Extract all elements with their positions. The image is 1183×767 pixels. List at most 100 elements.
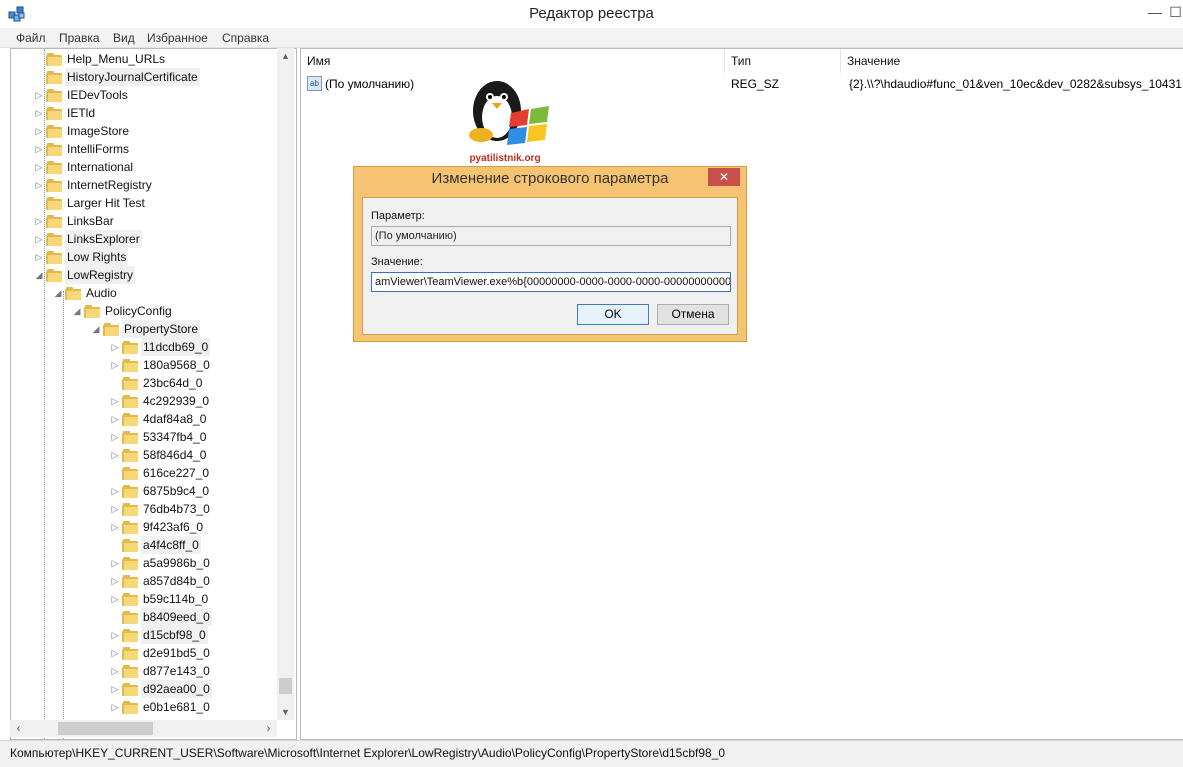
tree-item[interactable]: 23bc64d_0	[11, 374, 281, 392]
tree-item[interactable]: ▷ IntelliForms	[11, 140, 281, 158]
tree-item-label: d877e143_0	[143, 664, 210, 678]
expand-arrow-icon[interactable]: ▷	[110, 338, 120, 356]
expand-arrow-icon[interactable]: ▷	[34, 230, 44, 248]
expand-arrow-icon[interactable]: ▷	[34, 86, 44, 104]
tree-item[interactable]: ▷ LinksExplorer	[11, 230, 281, 248]
expand-arrow-icon[interactable]: ▷	[110, 356, 120, 374]
tree-item[interactable]: ▷ 53347fb4_0	[11, 428, 281, 446]
values-list[interactable]: Имя Тип Значение ab (По умолчанию) REG_S…	[300, 48, 1183, 740]
expand-arrow-icon[interactable]: ▷	[34, 158, 44, 176]
tree-item[interactable]: ▷ IETld	[11, 104, 281, 122]
tree-item[interactable]: ▷ 11dcdb69_0	[11, 338, 281, 356]
expand-arrow-icon[interactable]: ▷	[110, 626, 120, 644]
menu-favorites[interactable]: Избранное	[147, 31, 208, 45]
tree-item[interactable]: 616ce227_0	[11, 464, 281, 482]
tree-item[interactable]: Larger Hit Test	[11, 194, 281, 212]
scroll-left-icon[interactable]: ‹	[10, 720, 27, 737]
tree-item[interactable]: ▷ 9f423af6_0	[11, 518, 281, 536]
expand-arrow-icon[interactable]: ▷	[34, 176, 44, 194]
column-name[interactable]: Имя	[301, 49, 725, 73]
tree-vertical-scrollbar[interactable]: ▲ ▼	[277, 48, 294, 720]
tree-horizontal-scrollbar[interactable]: ‹ ›	[10, 720, 277, 737]
expand-arrow-icon[interactable]: ▷	[110, 680, 120, 698]
tree-item[interactable]: ▷ d92aea00_0	[11, 680, 281, 698]
maximize-button[interactable]: ☐	[1168, 0, 1183, 26]
tree-item[interactable]: ▷ 180a9568_0	[11, 356, 281, 374]
scroll-thumb[interactable]	[58, 722, 153, 735]
expand-arrow-icon[interactable]: ▷	[110, 590, 120, 608]
cancel-button[interactable]: Отмена	[657, 304, 729, 325]
scroll-up-icon[interactable]: ▲	[277, 48, 294, 64]
expand-arrow-icon[interactable]: ▷	[110, 572, 120, 590]
tree-item[interactable]: ▷ a857d84b_0	[11, 572, 281, 590]
value-data-input[interactable]: amViewer\TeamViewer.exe%b{00000000-0000-…	[371, 272, 731, 292]
expand-arrow-icon[interactable]: ▷	[34, 248, 44, 266]
tree-item[interactable]: a4f4c8ff_0	[11, 536, 281, 554]
expand-arrow-icon[interactable]: ▷	[110, 554, 120, 572]
menu-help[interactable]: Справка	[222, 31, 269, 45]
tree-item[interactable]: ▷ d2e91bd5_0	[11, 644, 281, 662]
tree-item[interactable]: ◢ LowRegistry	[11, 266, 281, 284]
folder-icon	[46, 233, 62, 246]
menu-view[interactable]: Вид	[113, 31, 135, 45]
collapse-arrow-icon[interactable]: ◢	[72, 302, 82, 320]
collapse-arrow-icon[interactable]: ◢	[34, 266, 44, 284]
tree-item[interactable]: ▷ 6875b9c4_0	[11, 482, 281, 500]
expand-arrow-icon[interactable]: ▷	[110, 446, 120, 464]
expand-arrow-icon[interactable]: ▷	[110, 428, 120, 446]
penguin-logo: pyatilistnik.org	[469, 81, 549, 164]
tree-item[interactable]: ▷ 76db4b73_0	[11, 500, 281, 518]
scroll-down-icon[interactable]: ▼	[277, 704, 294, 720]
tree-item[interactable]: ▷ International	[11, 158, 281, 176]
expand-arrow-icon[interactable]: ▷	[110, 392, 120, 410]
tree-item[interactable]: ▷ LinksBar	[11, 212, 281, 230]
window-title: Редактор реестра	[529, 5, 654, 22]
tree-item[interactable]: ▷ Low Rights	[11, 248, 281, 266]
expand-arrow-icon[interactable]: ▷	[34, 212, 44, 230]
tree-item[interactable]: ▷ a5a9986b_0	[11, 554, 281, 572]
tree-item[interactable]: ▷ InternetRegistry	[11, 176, 281, 194]
column-type[interactable]: Тип	[725, 49, 841, 73]
expand-arrow-icon[interactable]: ▷	[110, 500, 120, 518]
registry-tree[interactable]: Help_Menu_URLs HistoryJournalCertificate ▷…	[10, 48, 297, 740]
tree-item[interactable]: ◢ Audio	[11, 284, 281, 302]
tree-item[interactable]: ▷ IEDevTools	[11, 86, 281, 104]
collapse-arrow-icon[interactable]: ◢	[53, 284, 63, 302]
tree-item[interactable]: b8409eed_0	[11, 608, 281, 626]
expand-arrow-icon[interactable]: ▷	[110, 662, 120, 680]
tree-item[interactable]: ▷ 4daf84a8_0	[11, 410, 281, 428]
expand-arrow-icon[interactable]: ▷	[110, 644, 120, 662]
tree-item[interactable]: ▷ d877e143_0	[11, 662, 281, 680]
expand-arrow-icon[interactable]: ▷	[110, 698, 120, 716]
tree-item[interactable]: ▷ ImageStore	[11, 122, 281, 140]
expand-arrow-icon[interactable]: ▷	[34, 122, 44, 140]
expand-arrow-icon[interactable]: ▷	[34, 104, 44, 122]
column-value[interactable]: Значение	[841, 49, 1183, 73]
scroll-thumb[interactable]	[279, 678, 292, 694]
folder-icon	[46, 251, 62, 264]
folder-icon	[122, 413, 138, 426]
tree-item[interactable]: Help_Menu_URLs	[11, 50, 281, 68]
expand-arrow-icon[interactable]: ▷	[110, 410, 120, 428]
menu-file[interactable]: Файл	[16, 31, 46, 45]
scroll-right-icon[interactable]: ›	[260, 720, 277, 737]
tree-item[interactable]: ▷ d15cbf98_0	[11, 626, 281, 644]
tree-item[interactable]: ▷ 4c292939_0	[11, 392, 281, 410]
expand-arrow-icon[interactable]: ▷	[110, 482, 120, 500]
expand-arrow-icon[interactable]: ▷	[34, 140, 44, 158]
tree-item[interactable]: ◢ PolicyConfig	[11, 302, 281, 320]
tree-item[interactable]: ▷ b59c114b_0	[11, 590, 281, 608]
close-button[interactable]: ✕	[708, 168, 740, 186]
tree-item[interactable]: ◢ PropertyStore	[11, 320, 281, 338]
collapse-arrow-icon[interactable]: ◢	[91, 320, 101, 338]
menu-edit[interactable]: Правка	[59, 31, 100, 45]
tree-item[interactable]: ▷ e0b1e681_0	[11, 698, 281, 716]
tree-item[interactable]: HistoryJournalCertificate	[11, 68, 281, 86]
folder-icon	[122, 539, 138, 552]
expand-arrow-icon[interactable]: ▷	[110, 518, 120, 536]
param-name-field[interactable]: (По умолчанию)	[371, 226, 731, 246]
ok-button[interactable]: OK	[577, 304, 649, 325]
folder-icon	[122, 629, 138, 642]
list-item[interactable]: ab (По умолчанию) REG_SZ {2}.\\?\hdaudio…	[301, 75, 1183, 93]
tree-item[interactable]: ▷ 58f846d4_0	[11, 446, 281, 464]
